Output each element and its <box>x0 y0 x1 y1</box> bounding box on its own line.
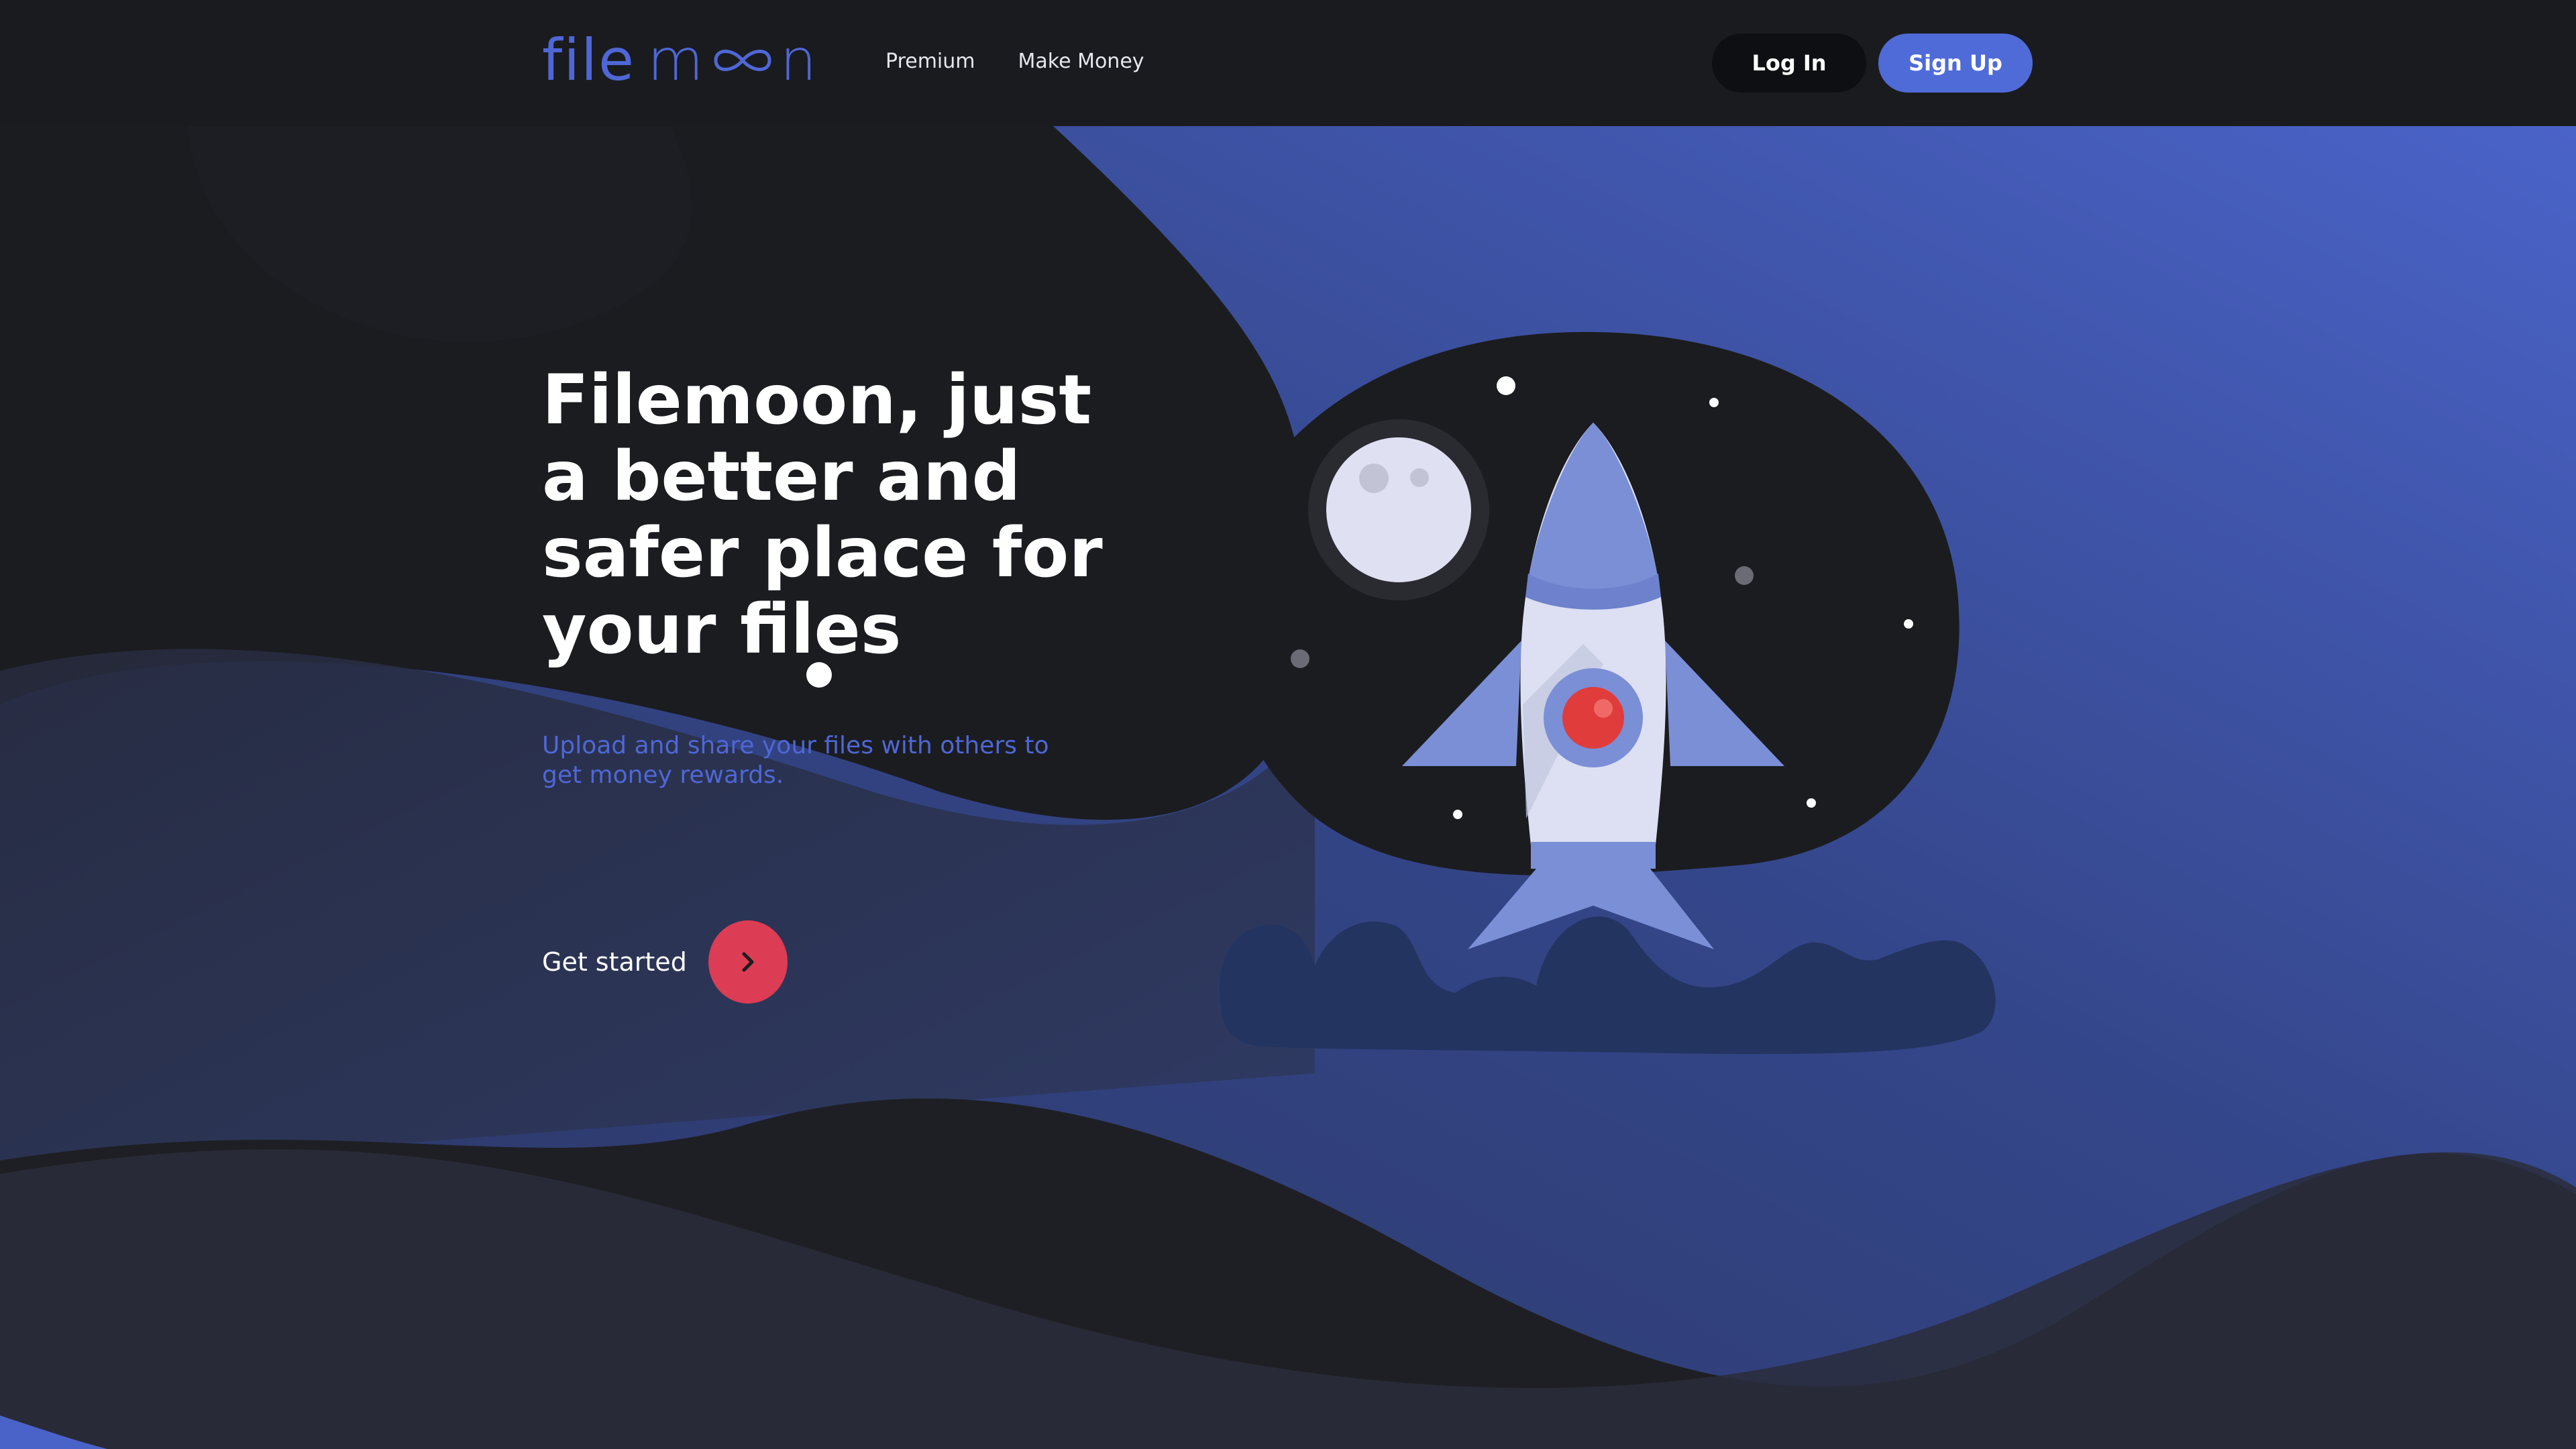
signup-button[interactable]: Sign Up <box>1878 34 2033 93</box>
cloud-smoke-icon <box>1219 916 1996 1055</box>
decorative-dot <box>806 662 832 688</box>
rocket-launch-illustration <box>1219 331 1996 1055</box>
filemoon-logo[interactable]: file m n <box>542 27 818 94</box>
top-navigation-bar: file m n Premium Make Money Log In Sign … <box>0 0 2576 126</box>
moon-icon <box>1308 419 1489 600</box>
logo-text-n: n <box>780 27 818 94</box>
landing-page: file m n Premium Make Money Log In Sign … <box>0 0 2576 1449</box>
infinity-icon <box>714 50 771 71</box>
get-started-label: Get started <box>542 947 687 977</box>
nav-premium-link[interactable]: Premium <box>885 50 975 73</box>
chevron-right-icon[interactable] <box>708 920 788 1004</box>
main-nav: Premium Make Money <box>885 50 1144 73</box>
logo-text-file: file <box>542 27 635 94</box>
nav-make-money-link[interactable]: Make Money <box>1018 50 1144 73</box>
hero-title: Filemoon, just a better and safer place … <box>542 360 1103 669</box>
logo-text-m: m <box>647 27 705 94</box>
get-started-button[interactable]: Get started <box>542 920 788 1004</box>
hero-subtitle: Upload and share your files with others … <box>542 732 1049 789</box>
login-button[interactable]: Log In <box>1712 34 1866 93</box>
